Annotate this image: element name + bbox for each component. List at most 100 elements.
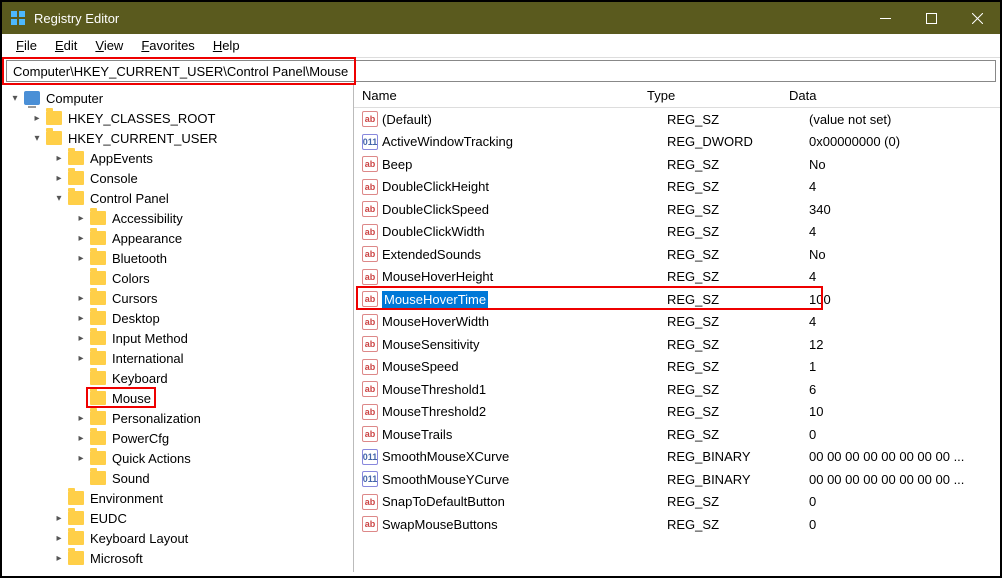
tree-item[interactable]: ▸Appearance <box>2 228 353 248</box>
list-row[interactable]: 011SmoothMouseYCurveREG_BINARY00 00 00 0… <box>354 468 1000 491</box>
value-data: 12 <box>809 337 1000 352</box>
list-row[interactable]: abMouseHoverTimeREG_SZ100 <box>354 288 1000 311</box>
chevron-right-icon[interactable]: ▸ <box>74 351 88 365</box>
tree-item[interactable]: ▸ International <box>2 348 353 368</box>
tree-item[interactable]: ▸EUDC <box>2 508 353 528</box>
tree-item[interactable]: ▸Bluetooth <box>2 248 353 268</box>
tree-panel[interactable]: ▾ Computer ▸HKEY_CLASSES_ROOT▾HKEY_CURRE… <box>2 84 354 572</box>
chevron-down-icon[interactable]: ▾ <box>52 191 66 205</box>
list-row[interactable]: abDoubleClickHeightREG_SZ4 <box>354 176 1000 199</box>
list-row[interactable]: ab(Default)REG_SZ(value not set) <box>354 108 1000 131</box>
list-row[interactable]: abMouseTrailsREG_SZ0 <box>354 423 1000 446</box>
menu-edit[interactable]: Edit <box>47 36 85 55</box>
chevron-right-icon[interactable]: ▸ <box>74 251 88 265</box>
tree-item[interactable]: ▸HKEY_CLASSES_ROOT <box>2 108 353 128</box>
value-name: SwapMouseButtons <box>382 517 498 532</box>
no-arrow <box>74 371 88 385</box>
tree-item[interactable]: ▾HKEY_CURRENT_USER <box>2 128 353 148</box>
tree-item[interactable]: Environment <box>2 488 353 508</box>
string-value-icon: ab <box>362 359 378 375</box>
list-row[interactable]: abMouseSensitivityREG_SZ12 <box>354 333 1000 356</box>
chevron-right-icon[interactable]: ▸ <box>52 151 66 165</box>
list-row[interactable]: abDoubleClickSpeedREG_SZ340 <box>354 198 1000 221</box>
folder-icon <box>90 411 106 425</box>
maximize-button[interactable] <box>908 2 954 34</box>
tree-root[interactable]: ▾ Computer <box>2 88 353 108</box>
chevron-right-icon[interactable]: ▸ <box>74 411 88 425</box>
value-data: No <box>809 247 1000 262</box>
chevron-right-icon[interactable]: ▸ <box>30 111 44 125</box>
list-row[interactable]: abMouseThreshold2REG_SZ10 <box>354 401 1000 424</box>
close-button[interactable] <box>954 2 1000 34</box>
chevron-right-icon[interactable]: ▸ <box>52 511 66 525</box>
tree-item[interactable]: Colors <box>2 268 353 288</box>
tree-item[interactable]: ▸ Quick Actions <box>2 448 353 468</box>
chevron-right-icon[interactable]: ▸ <box>74 291 88 305</box>
value-name: MouseThreshold1 <box>382 382 486 397</box>
col-header-type[interactable]: Type <box>647 88 789 103</box>
list-row[interactable]: abExtendedSoundsREG_SZNo <box>354 243 1000 266</box>
list-row[interactable]: 011SmoothMouseXCurveREG_BINARY00 00 00 0… <box>354 446 1000 469</box>
tree-item[interactable]: ▸Console <box>2 168 353 188</box>
tree-item[interactable]: ▸Desktop <box>2 308 353 328</box>
folder-icon <box>68 491 84 505</box>
list-row[interactable]: abMouseHoverHeightREG_SZ4 <box>354 266 1000 289</box>
list-row[interactable]: abMouseThreshold1REG_SZ6 <box>354 378 1000 401</box>
minimize-button[interactable] <box>862 2 908 34</box>
value-name: MouseSensitivity <box>382 337 480 352</box>
tree-item[interactable]: ▸Microsoft <box>2 548 353 568</box>
tree-item[interactable]: Keyboard <box>2 368 353 388</box>
tree-item[interactable]: ▸Cursors <box>2 288 353 308</box>
menu-help[interactable]: Help <box>205 36 248 55</box>
list-row[interactable]: abBeepREG_SZNo <box>354 153 1000 176</box>
chevron-down-icon[interactable]: ▾ <box>30 131 44 145</box>
value-data: 4 <box>809 269 1000 284</box>
tree-item[interactable]: ▸Input Method <box>2 328 353 348</box>
list-row[interactable]: abDoubleClickWidthREG_SZ4 <box>354 221 1000 244</box>
chevron-down-icon[interactable]: ▾ <box>8 91 22 105</box>
tree-item[interactable]: ▸Accessibility <box>2 208 353 228</box>
tree-item[interactable]: ▸Keyboard Layout <box>2 528 353 548</box>
chevron-right-icon[interactable]: ▸ <box>74 431 88 445</box>
list-header[interactable]: Name Type Data <box>354 84 1000 108</box>
tree-item[interactable]: Mouse <box>2 388 353 408</box>
tree-item[interactable]: ▸PowerCfg <box>2 428 353 448</box>
tree-item[interactable]: ▾Control Panel <box>2 188 353 208</box>
value-data: No <box>809 157 1000 172</box>
col-header-name[interactable]: Name <box>362 88 647 103</box>
tree-item[interactable]: Sound <box>2 468 353 488</box>
list-row[interactable]: abSnapToDefaultButtonREG_SZ0 <box>354 491 1000 514</box>
list-row[interactable]: 011ActiveWindowTrackingREG_DWORD0x000000… <box>354 131 1000 154</box>
list-row[interactable]: abMouseSpeedREG_SZ1 <box>354 356 1000 379</box>
value-type: REG_SZ <box>667 179 809 194</box>
chevron-right-icon[interactable]: ▸ <box>52 171 66 185</box>
menu-view[interactable]: View <box>87 36 131 55</box>
chevron-right-icon[interactable]: ▸ <box>74 311 88 325</box>
folder-icon <box>90 231 106 245</box>
chevron-right-icon[interactable]: ▸ <box>74 231 88 245</box>
chevron-right-icon[interactable]: ▸ <box>74 211 88 225</box>
col-header-data[interactable]: Data <box>789 88 1000 103</box>
chevron-right-icon[interactable]: ▸ <box>52 551 66 565</box>
tree-item[interactable]: ▸Personalization <box>2 408 353 428</box>
address-bar[interactable]: Computer\HKEY_CURRENT_USER\Control Panel… <box>6 60 996 82</box>
titlebar[interactable]: Registry Editor <box>2 2 1000 34</box>
chevron-right-icon[interactable]: ▸ <box>52 531 66 545</box>
folder-icon <box>90 251 106 265</box>
tree-item-label: International <box>112 351 184 366</box>
value-list-panel[interactable]: Name Type Data ab(Default)REG_SZ(value n… <box>354 84 1000 572</box>
list-row[interactable]: abSwapMouseButtonsREG_SZ0 <box>354 513 1000 536</box>
chevron-right-icon[interactable]: ▸ <box>74 331 88 345</box>
tree-item-label: Quick Actions <box>112 451 191 466</box>
menu-favorites[interactable]: Favorites <box>133 36 202 55</box>
folder-icon <box>90 451 106 465</box>
tree-item[interactable]: ▸AppEvents <box>2 148 353 168</box>
list-row[interactable]: abMouseHoverWidthREG_SZ4 <box>354 311 1000 334</box>
folder-icon <box>90 291 106 305</box>
value-data: 1 <box>809 359 1000 374</box>
chevron-right-icon[interactable]: ▸ <box>74 451 88 465</box>
no-arrow <box>74 391 88 405</box>
menu-file[interactable]: File <box>8 36 45 55</box>
folder-icon <box>90 471 106 485</box>
folder-icon <box>90 391 106 405</box>
